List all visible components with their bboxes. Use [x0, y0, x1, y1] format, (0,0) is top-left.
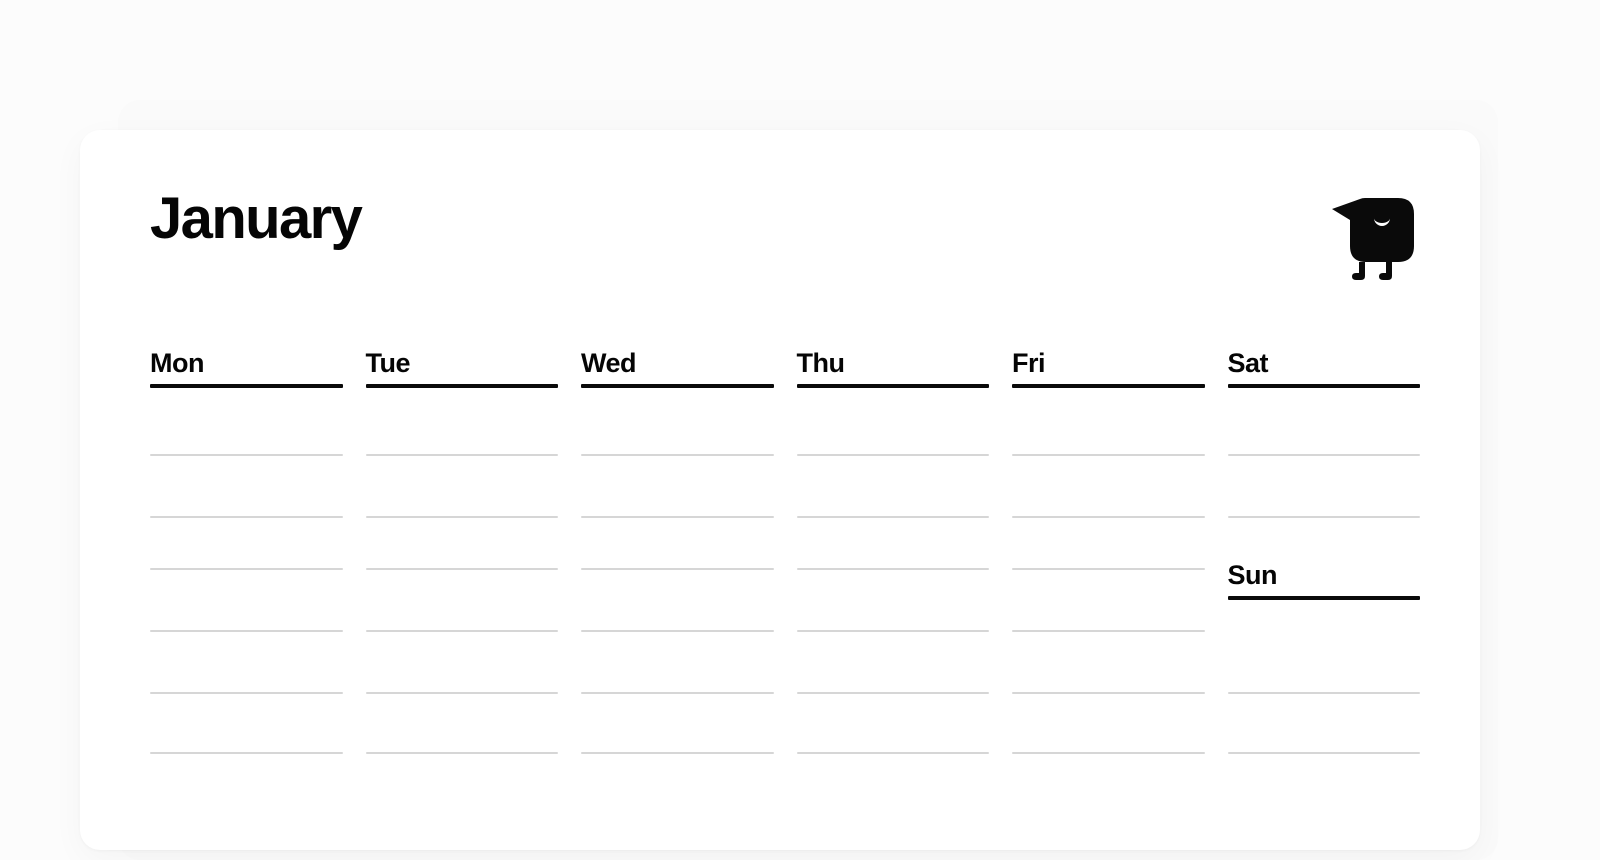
writing-line — [796, 454, 989, 456]
day-header-label: Sun — [1227, 560, 1278, 590]
weekday-grid: Mon Tue Wed Thu Fri Sat Sun — [150, 348, 1420, 788]
writing-line — [796, 692, 989, 694]
writing-line — [796, 516, 989, 518]
writing-line — [1012, 516, 1205, 518]
writing-line — [365, 630, 558, 632]
writing-lines — [150, 388, 343, 788]
writing-line — [581, 568, 774, 570]
day-header-rule — [1227, 596, 1420, 600]
calendar-card: January Mon Tue Wed Thu Fri Sat Sun — [80, 130, 1480, 850]
page-title: January — [150, 186, 363, 251]
writing-line — [365, 568, 558, 570]
writing-line — [581, 516, 774, 518]
writing-line — [796, 752, 989, 754]
writing-line — [1227, 752, 1420, 754]
calendar-page: January Mon Tue Wed Thu Fri Sat Sun — [0, 0, 1600, 860]
writing-lines — [1012, 388, 1205, 788]
writing-lines — [581, 388, 774, 788]
writing-line — [1012, 568, 1205, 570]
writing-line — [150, 568, 343, 570]
day-column-fri: Fri — [1012, 348, 1205, 788]
bird-logo-icon — [1330, 192, 1420, 287]
writing-line — [1012, 454, 1205, 456]
writing-line — [581, 630, 774, 632]
day-column-wed: Wed — [581, 348, 774, 788]
writing-line — [150, 692, 343, 694]
writing-line — [150, 516, 343, 518]
writing-line — [581, 752, 774, 754]
day-header-label: Fri — [1012, 348, 1046, 378]
day-column-mon: Mon — [150, 348, 343, 788]
writing-line — [365, 752, 558, 754]
day-header-label: Thu — [796, 348, 845, 378]
writing-lines — [796, 388, 989, 788]
writing-lines — [365, 388, 558, 788]
writing-line — [1012, 630, 1205, 632]
writing-line — [365, 692, 558, 694]
day-header-label: Sat — [1227, 348, 1269, 378]
day-column-weekend: Sat Sun — [1227, 348, 1420, 788]
writing-line — [581, 454, 774, 456]
writing-line — [796, 568, 989, 570]
writing-line — [1012, 692, 1205, 694]
day-column-sun: Sun — [1227, 560, 1420, 600]
writing-line — [150, 454, 343, 456]
writing-line — [150, 630, 343, 632]
writing-line — [365, 454, 558, 456]
writing-line — [1227, 692, 1420, 694]
writing-line — [1012, 752, 1205, 754]
writing-line — [1227, 516, 1420, 518]
day-header-label: Tue — [365, 348, 411, 378]
day-header-label: Mon — [150, 348, 204, 378]
writing-line — [796, 630, 989, 632]
day-column-tue: Tue — [365, 348, 558, 788]
writing-line — [150, 752, 343, 754]
writing-line — [581, 692, 774, 694]
writing-line — [365, 516, 558, 518]
writing-line — [1227, 454, 1420, 456]
day-header-label: Wed — [581, 348, 637, 378]
day-column-thu: Thu — [796, 348, 989, 788]
calendar-header: January — [150, 190, 1420, 300]
